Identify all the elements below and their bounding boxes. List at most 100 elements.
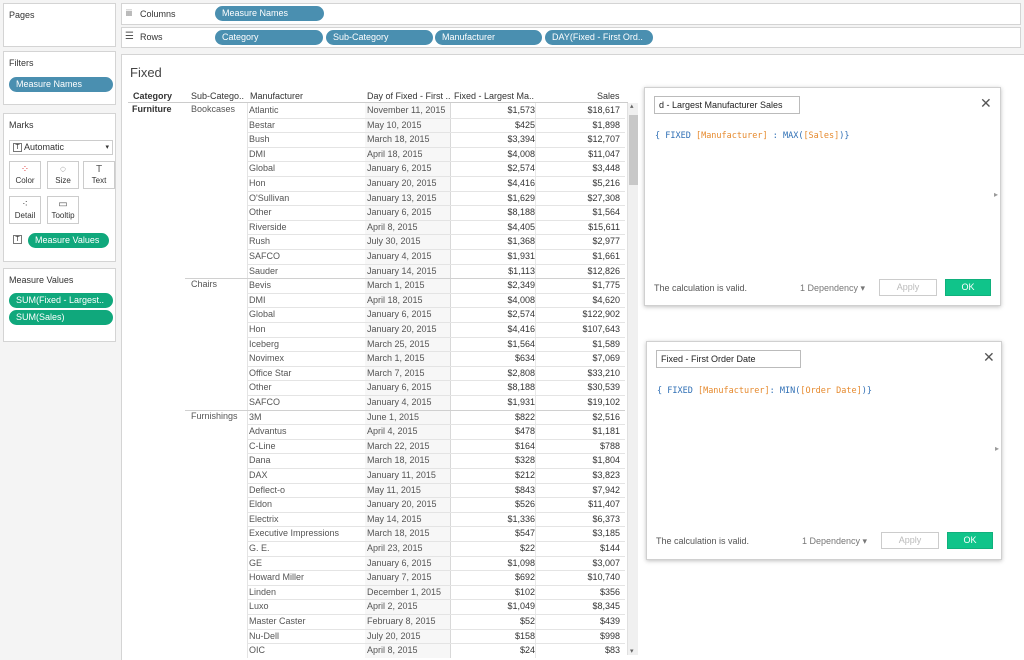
table-row[interactable]: Iceberg March 25, 2015 $1,564 $1,589 xyxy=(127,337,625,352)
table-row[interactable]: Global January 6, 2015 $2,574 $3,448 xyxy=(127,161,625,176)
scroll-thumb[interactable] xyxy=(629,115,638,185)
table-row[interactable]: Linden December 1, 2015 $102 $356 xyxy=(127,585,625,600)
table-row[interactable]: Advantus April 4, 2015 $478 $1,181 xyxy=(127,424,625,439)
tooltip-button[interactable]: ▭ Tooltip xyxy=(47,196,79,224)
table-row[interactable]: Other January 6, 2015 $8,188 $30,539 xyxy=(127,380,625,395)
manufacturer-cell: Hon xyxy=(249,178,266,188)
table-row[interactable]: 3M June 1, 2015 $822 $2,516 xyxy=(127,410,625,425)
table-row[interactable]: DMI April 18, 2015 $4,008 $11,047 xyxy=(127,147,625,162)
table-row[interactable]: G. E. April 23, 2015 $22 $144 xyxy=(127,541,625,556)
table-row[interactable]: Nu-Dell July 20, 2015 $158 $998 xyxy=(127,629,625,644)
table-row[interactable]: Master Caster February 8, 2015 $52 $439 xyxy=(127,614,625,629)
color-button[interactable]: ⁘ Color xyxy=(9,161,41,189)
table-row[interactable]: Electrix May 14, 2015 $1,336 $6,373 xyxy=(127,512,625,527)
detail-label: Detail xyxy=(14,211,36,220)
table-row[interactable]: SAFCO January 4, 2015 $1,931 $19,102 xyxy=(127,395,625,410)
sales-cell: $1,661 xyxy=(592,251,620,261)
manufacturer-cell: Other xyxy=(249,207,272,218)
header-day-first-order[interactable]: Day of Fixed - First .. xyxy=(367,91,451,101)
header-category[interactable]: Category xyxy=(133,91,172,101)
table-row[interactable]: Howard Miller January 7, 2015 $692 $10,740 xyxy=(127,570,625,585)
table-row[interactable]: Executive Impressions March 18, 2015 $547 $… xyxy=(127,526,625,541)
sales-cell: $2,977 xyxy=(592,236,620,247)
size-button[interactable]: ◌ Size xyxy=(47,161,79,189)
scroll-down-icon[interactable]: ▾ xyxy=(630,647,634,655)
table-row[interactable]: GE January 6, 2015 $1,098 $3,007 xyxy=(127,556,625,571)
dependency-dropdown[interactable]: 1 Dependency ▾ xyxy=(800,283,865,294)
table-row[interactable]: Riverside April 8, 2015 $4,405 $15,611 xyxy=(127,220,625,235)
scroll-up-icon[interactable]: ▴ xyxy=(630,102,634,110)
size-icon: ◌ xyxy=(60,164,66,175)
table-row[interactable]: Bestar May 10, 2015 $425 $1,898 xyxy=(127,118,625,133)
calc-name-field[interactable]: Fixed - First Order Date xyxy=(656,350,801,368)
table-row[interactable]: O'Sullivan January 13, 2015 $1,629 $27,308 xyxy=(127,191,625,206)
date-cell: January 14, 2015 xyxy=(367,265,437,276)
table-row[interactable]: Deflect-o May 11, 2015 $843 $7,942 xyxy=(127,483,625,498)
table-row[interactable]: Sauder January 14, 2015 $1,113 $12,826 xyxy=(127,264,625,279)
expand-arrow-icon[interactable]: ▸ xyxy=(994,190,998,199)
largest-sales-cell: $1,629 xyxy=(507,192,535,203)
header-sub-category[interactable]: Sub-Catego.. xyxy=(191,91,244,101)
columns-pill-measure-names[interactable]: Measure Names xyxy=(215,6,324,21)
close-icon[interactable]: ✕ xyxy=(980,96,992,110)
table-row[interactable]: Office Star March 7, 2015 $2,808 $33,210 xyxy=(127,366,625,381)
apply-button[interactable]: Apply xyxy=(879,279,937,296)
rows-pill-category[interactable]: Category xyxy=(215,30,323,45)
filters-title: Filters xyxy=(9,58,34,68)
sales-cell: $8,345 xyxy=(592,601,620,612)
table-row[interactable]: Rush July 30, 2015 $1,368 $2,977 xyxy=(127,234,625,249)
mark-type-dropdown[interactable]: T Automatic ▾ xyxy=(9,140,113,155)
header-sales[interactable]: Sales xyxy=(597,91,620,101)
ok-button[interactable]: OK xyxy=(947,532,993,549)
table-row[interactable]: Novimex March 1, 2015 $634 $7,069 xyxy=(127,351,625,366)
columns-label: Columns xyxy=(140,9,176,19)
table-row[interactable]: DAX January 11, 2015 $212 $3,823 xyxy=(127,468,625,483)
table-row[interactable]: OIC April 8, 2015 $24 $83 xyxy=(127,643,625,658)
table-row[interactable]: SAFCO January 4, 2015 $1,931 $1,661 xyxy=(127,249,625,264)
calc-formula[interactable]: { FIXED [Manufacturer]: MIN([Order Date]… xyxy=(657,386,872,396)
header-manufacturer[interactable]: Manufacturer xyxy=(250,91,303,101)
table-row[interactable]: Eldon January 20, 2015 $526 $11,407 xyxy=(127,497,625,512)
detail-button[interactable]: ⁖ Detail xyxy=(9,196,41,224)
measure-values-card: Measure Values SUM(Fixed - Largest.. SUM… xyxy=(3,268,116,342)
text-button[interactable]: T Text xyxy=(83,161,115,189)
apply-button[interactable]: Apply xyxy=(881,532,939,549)
table-row[interactable]: Other January 6, 2015 $8,188 $1,564 xyxy=(127,205,625,220)
manufacturer-cell: DMI xyxy=(249,148,266,159)
date-cell: July 20, 2015 xyxy=(367,630,421,641)
date-cell: January 11, 2015 xyxy=(367,470,436,480)
marks-pill-measure-values[interactable]: Measure Values xyxy=(28,233,109,248)
rows-pill-day-first-order[interactable]: DAY(Fixed - First Ord.. xyxy=(545,30,653,45)
calc-formula[interactable]: { FIXED [Manufacturer] : MAX([Sales])} xyxy=(655,131,850,141)
table-row[interactable]: Dana March 18, 2015 $328 $1,804 xyxy=(127,453,625,468)
filter-pill-measure-names[interactable]: Measure Names xyxy=(9,77,113,92)
dependency-dropdown[interactable]: 1 Dependency ▾ xyxy=(802,536,867,547)
table-row[interactable]: Luxo April 2, 2015 $1,049 $8,345 xyxy=(127,599,625,614)
expand-arrow-icon[interactable]: ▸ xyxy=(995,444,999,453)
manufacturer-cell: Bestar xyxy=(249,119,276,130)
close-icon[interactable]: ✕ xyxy=(983,350,995,364)
table-row[interactable]: Bush March 18, 2015 $3,394 $12,707 xyxy=(127,132,625,147)
manufacturer-cell: Nu-Dell xyxy=(249,630,280,641)
measure-pill-sales[interactable]: SUM(Sales) xyxy=(9,310,113,325)
vertical-scrollbar[interactable]: ▴ ▾ xyxy=(627,103,638,655)
calc-valid-message: The calculation is valid. xyxy=(654,283,748,293)
table-row[interactable]: Global January 6, 2015 $2,574 $122,902 xyxy=(127,307,625,322)
table-row[interactable]: C-Line March 22, 2015 $164 $788 xyxy=(127,439,625,454)
largest-sales-cell: $843 xyxy=(514,484,535,495)
calc-name-field[interactable]: d - Largest Manufacturer Sales xyxy=(654,96,800,114)
rows-pill-sub-category[interactable]: Sub-Category xyxy=(326,30,433,45)
marks-title: Marks xyxy=(9,120,34,130)
rows-pill-manufacturer[interactable]: Manufacturer xyxy=(435,30,542,45)
columns-shelf[interactable]: iii Columns Measure Names xyxy=(121,3,1021,25)
header-largest-manufacturer[interactable]: Fixed - Largest Ma.. xyxy=(454,91,534,101)
table-row[interactable]: Hon January 20, 2015 $4,416 $107,643 xyxy=(127,322,625,337)
rows-shelf[interactable]: ☰ Rows Category Sub-Category Manufacture… xyxy=(121,27,1021,48)
table-row[interactable]: Bevis March 1, 2015 $2,349 $1,775 xyxy=(127,278,625,293)
table-row[interactable]: DMI April 18, 2015 $4,008 $4,620 xyxy=(127,293,625,308)
ok-button[interactable]: OK xyxy=(945,279,991,296)
measure-pill-largest[interactable]: SUM(Fixed - Largest.. xyxy=(9,293,113,308)
manufacturer-cell: C-Line xyxy=(249,440,276,451)
table-row[interactable]: Atlantic November 11, 2015 $1,573 $18,617 xyxy=(127,103,625,118)
table-row[interactable]: Hon January 20, 2015 $4,416 $5,216 xyxy=(127,176,625,191)
